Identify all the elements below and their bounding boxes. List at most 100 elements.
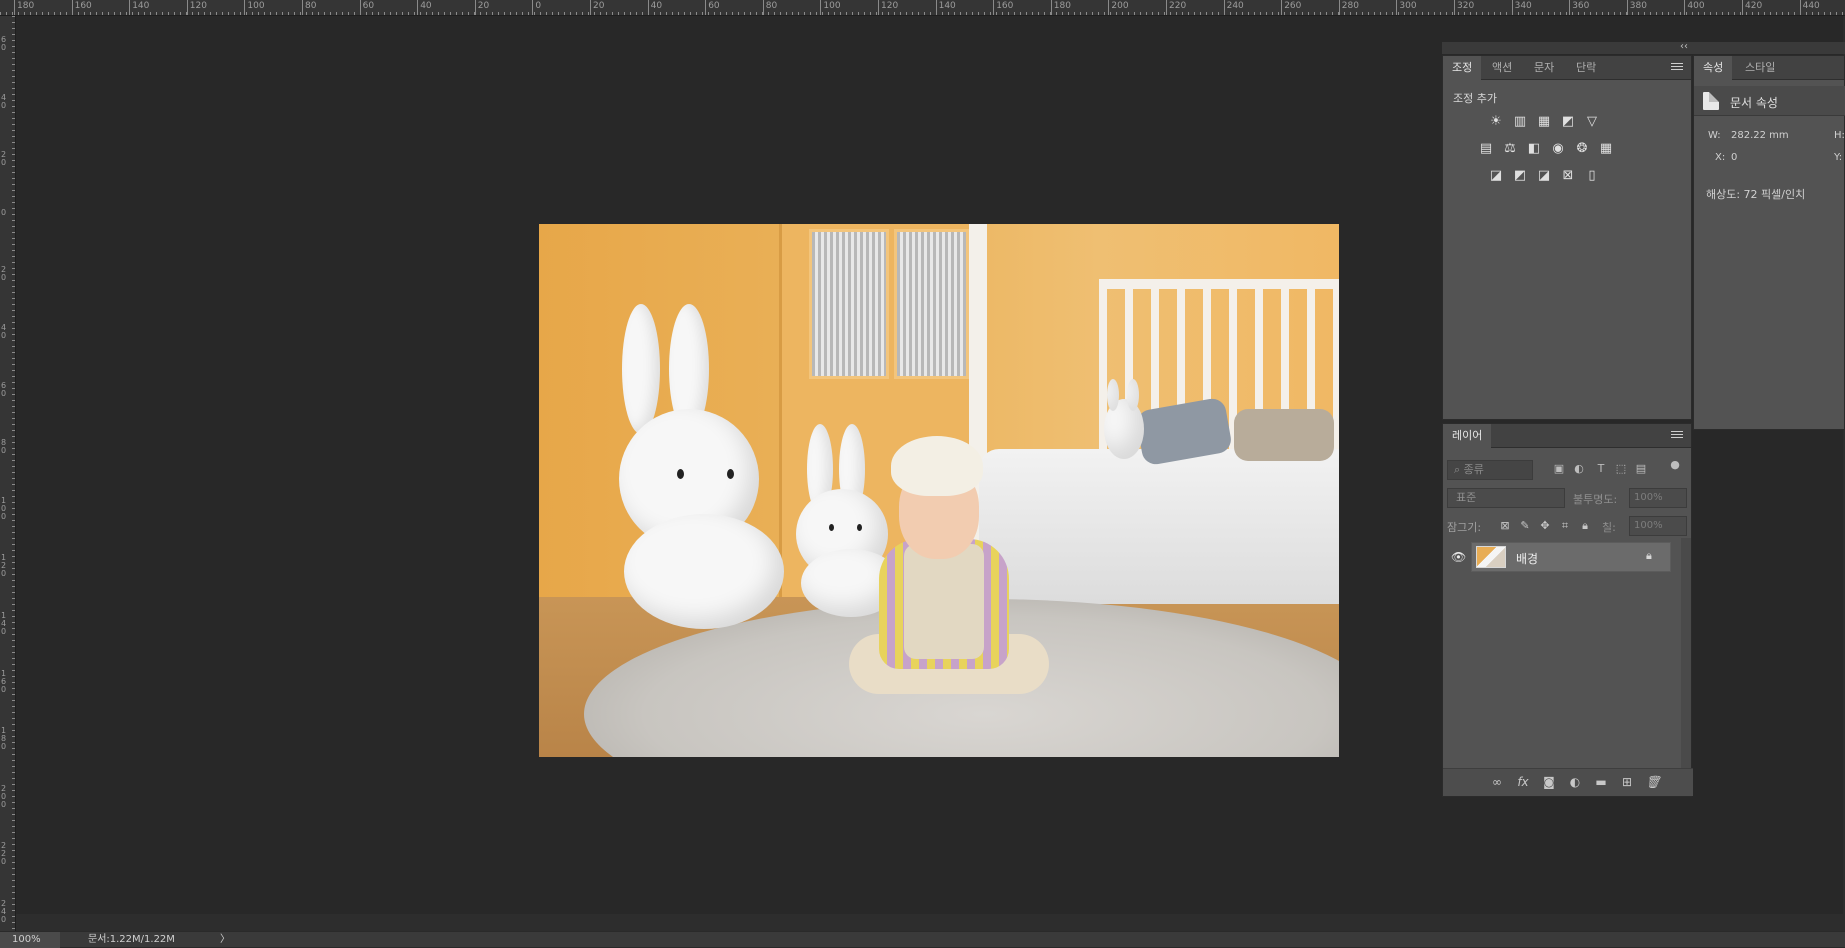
document-icon	[1703, 92, 1719, 110]
ruler-label: 120	[881, 1, 899, 11]
status-menu-arrow-icon[interactable]: 〉	[220, 932, 230, 948]
brightness-icon[interactable]: ☀	[1487, 112, 1505, 130]
ruler-major-tick	[417, 0, 419, 15]
ruler-label: 20	[477, 1, 490, 11]
layers-footer: ∞ fx ◙ ◐ ▬ ⊞ 🗑︎	[1443, 768, 1693, 796]
lock-artboard-icon[interactable]: ⌗	[1557, 519, 1573, 535]
threshold-icon[interactable]: ◪	[1535, 166, 1553, 184]
tab-properties[interactable]: 속성	[1694, 56, 1733, 80]
panel-menu-icon[interactable]	[1671, 61, 1683, 73]
black-white-icon[interactable]: ◧	[1525, 139, 1543, 157]
ruler-major-tick	[244, 0, 246, 15]
invert-icon[interactable]: ◪	[1487, 166, 1505, 184]
ruler-label: 100	[1, 495, 7, 521]
document-canvas[interactable]	[16, 16, 1445, 931]
ruler-label: 380	[1629, 1, 1647, 11]
hue-saturation-icon[interactable]: ▤	[1477, 139, 1495, 157]
ruler-label: 40	[650, 1, 663, 11]
layers-scrollbar[interactable]	[1681, 538, 1691, 768]
collapse-panels-icon[interactable]: ‹‹	[1680, 41, 1688, 52]
x-value[interactable]: 0	[1731, 152, 1737, 163]
tab-character[interactable]: 문자	[1525, 56, 1563, 80]
filter-shape-icon[interactable]: ⬚	[1613, 462, 1629, 478]
tab-adjustments[interactable]: 조정	[1443, 56, 1482, 80]
x-label: X:	[1715, 152, 1726, 163]
lock-position-icon[interactable]: ✥	[1537, 519, 1553, 535]
ruler-major-tick	[1166, 0, 1167, 15]
levels-icon[interactable]: ▥	[1511, 112, 1529, 130]
delete-layer-icon[interactable]: 🗑︎	[1645, 775, 1661, 791]
curves-icon[interactable]: ▦	[1535, 112, 1553, 130]
ruler-label: 60	[362, 1, 375, 11]
lock-all-icon[interactable]: 🔒︎	[1577, 519, 1593, 535]
color-balance-icon[interactable]: ⚖	[1501, 139, 1519, 157]
filter-type-icon[interactable]: T	[1593, 462, 1609, 478]
lock-row: 잠그기: ⊠ ✎ ✥ ⌗ 🔒︎ 칠: 100%	[1447, 516, 1689, 538]
width-label: W:	[1708, 130, 1721, 141]
ruler-label: 40	[1, 323, 7, 340]
filter-pixel-icon[interactable]: ▣	[1551, 462, 1567, 478]
selective-color-icon[interactable]: ⊠	[1559, 166, 1577, 184]
bunny-eye	[857, 524, 862, 531]
filter-smartobject-icon[interactable]: ▤	[1633, 462, 1649, 478]
ruler-major-tick	[1281, 0, 1283, 15]
photo-filter-icon[interactable]: ◉	[1549, 139, 1567, 157]
exposure-icon[interactable]: ◩	[1559, 112, 1577, 130]
filter-toggle-icon[interactable]: ●	[1667, 458, 1683, 474]
bunny-lamp-large-body	[624, 514, 784, 629]
filter-kind-label: 종류	[1463, 463, 1484, 476]
link-layers-icon[interactable]: ∞	[1489, 775, 1505, 791]
ruler-major-tick	[186, 0, 188, 15]
layer-name[interactable]: 배경	[1516, 550, 1538, 567]
posterize-icon[interactable]: ◩	[1511, 166, 1529, 184]
adjustments-title: 조정 추가	[1453, 92, 1497, 105]
panel-menu-icon[interactable]	[1671, 429, 1683, 441]
tab-actions[interactable]: 액션	[1483, 56, 1521, 80]
bunny-ear	[622, 304, 660, 434]
layer-filter-select[interactable]: ⌕ 종류	[1447, 460, 1533, 480]
ruler-label: 160	[74, 1, 92, 11]
photo-window	[809, 229, 889, 379]
new-adjustment-layer-icon[interactable]: ◐	[1567, 775, 1583, 791]
layer-visibility-icon[interactable]: 👁︎	[1451, 550, 1466, 564]
panel-dock-header[interactable]: ‹‹	[1442, 41, 1845, 54]
lock-transparent-icon[interactable]: ⊠	[1497, 519, 1513, 535]
document-image[interactable]	[539, 224, 1339, 757]
color-lookup-icon[interactable]: ▦	[1597, 139, 1615, 157]
width-value[interactable]: 282.22 mm	[1731, 130, 1789, 141]
horizontal-ruler[interactable]: 180 160 140 120 100 80 60 40 20 0 20 40 60 80 100 120 14…	[0, 0, 1845, 16]
gradient-map-icon[interactable]: ▯	[1583, 166, 1601, 184]
vertical-ruler[interactable]: 60 40 20 0 20 40 60 80 100 120 140 160 180 200 220 240	[0, 16, 16, 931]
tab-styles[interactable]: 스타일	[1736, 56, 1784, 80]
channel-mixer-icon[interactable]: ❂	[1573, 139, 1591, 157]
properties-title: 문서 속성	[1730, 96, 1778, 110]
ruler-label: 420	[1745, 1, 1763, 11]
ruler-label: 280	[1341, 1, 1359, 11]
new-group-icon[interactable]: ▬	[1593, 775, 1609, 791]
blend-row: 표준 불투명도: 100%	[1447, 488, 1689, 510]
add-mask-icon[interactable]: ◙	[1541, 775, 1557, 791]
ruler-label: 120	[1, 553, 7, 579]
filter-adjustment-icon[interactable]: ◐	[1571, 462, 1587, 478]
ruler-label: 40	[1, 92, 7, 110]
ruler-major-tick	[71, 0, 73, 15]
opacity-input[interactable]: 100%	[1629, 488, 1687, 508]
fill-input[interactable]: 100%	[1629, 516, 1687, 536]
ruler-label: 220	[1, 841, 7, 867]
new-layer-icon[interactable]: ⊞	[1619, 775, 1635, 791]
vibrance-icon[interactable]: ▽	[1583, 112, 1601, 130]
zoom-level[interactable]: 100%	[0, 932, 60, 948]
layer-style-fx-icon[interactable]: fx	[1515, 775, 1531, 791]
opacity-label: 불투명도:	[1573, 493, 1618, 506]
lock-image-icon[interactable]: ✎	[1517, 519, 1533, 535]
blend-mode-select[interactable]: 표준	[1447, 488, 1565, 508]
ruler-major-tick	[129, 0, 131, 15]
layer-lock-icon[interactable]: 🔒︎	[1646, 549, 1660, 563]
ruler-major-tick	[647, 0, 649, 15]
tab-paragraph[interactable]: 단락	[1567, 56, 1605, 80]
ruler-label: 20	[1, 150, 7, 168]
ruler-label: 140	[1, 611, 7, 636]
ruler-label: 200	[1111, 1, 1129, 11]
layer-row-background[interactable]: 배경 🔒︎	[1471, 542, 1671, 572]
tab-layers[interactable]: 레이어	[1443, 424, 1492, 448]
